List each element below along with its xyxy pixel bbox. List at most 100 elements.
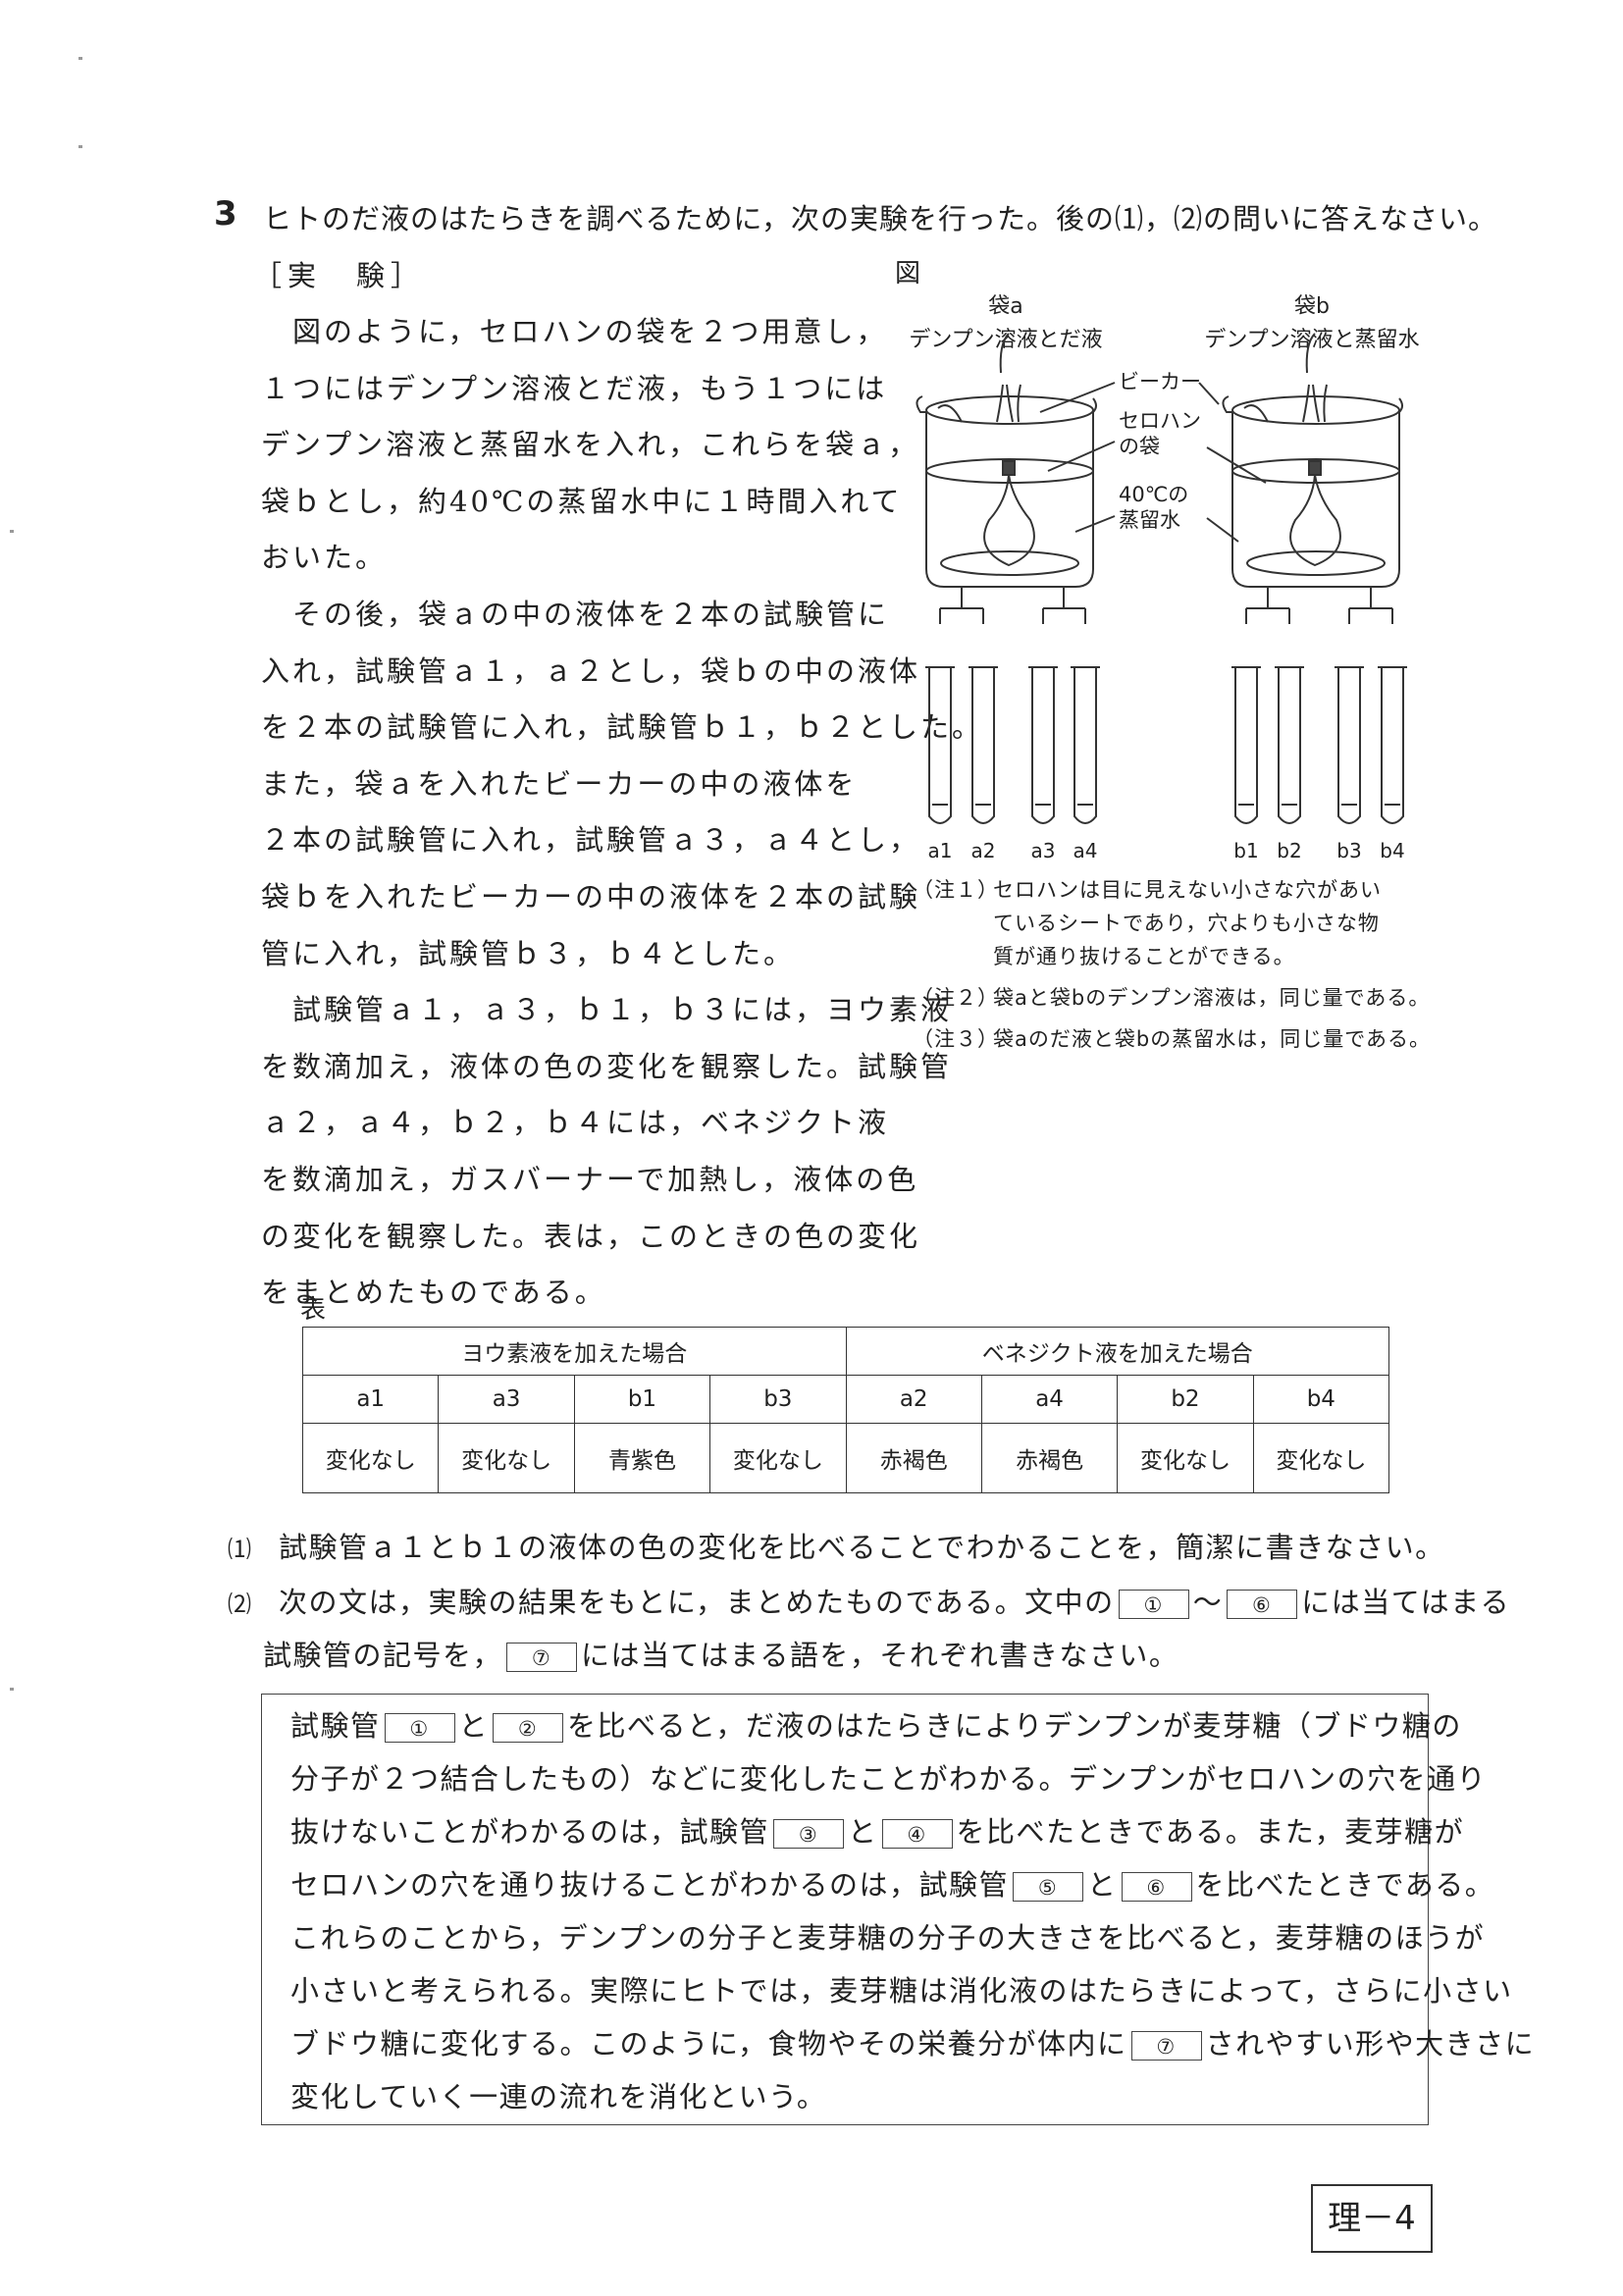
subquestion-text: 次の文は，実験の結果をもとに，まとめたものである。文中の — [279, 1586, 1115, 1619]
note-text: ているシートであり，穴よりも小さな物 — [993, 912, 1380, 935]
passage-line: これらのことから，デンプンの分子と麦芽糖の分子の大きさを比べると，麦芽糖のほうが — [290, 1921, 1486, 1955]
table-header-cell: b3 — [709, 1375, 847, 1424]
page-number: 理－4 — [1311, 2184, 1433, 2253]
experiment-line: また，袋ａを入れたビーカーの中の液体を — [261, 766, 858, 801]
table-group-header: ヨウ素液を加えた場合 — [302, 1327, 847, 1376]
subquestion-text: 試験管の記号を， — [263, 1639, 503, 1672]
tube-label: b4 — [1380, 839, 1404, 862]
table-header-row: a1 a3 b1 b3 a2 a4 b2 b4 — [301, 1375, 1390, 1424]
blank-2: ② — [493, 1713, 564, 1743]
experiment-line: を数滴加え，ガスバーナーで加熱し，液体の色 — [261, 1162, 919, 1196]
experiment-text: 図のように，セロハンの袋を２つ用意し， １つにはデンプン溶液とだ液，もう１つには… — [261, 304, 984, 1322]
experiment-line: ａ２，ａ４，ｂ２，ｂ４には，ベネジクト液 — [261, 1106, 890, 1140]
tube-label: a4 — [1073, 839, 1098, 862]
experiment-line: デンプン溶液と蒸留水を入れ，これらを袋ａ， — [261, 428, 920, 462]
table-group-header: ベネジクト液を加えた場合 — [845, 1327, 1389, 1376]
subquestion-text: には当てはまる語を，それぞれ書きなさい。 — [581, 1639, 1179, 1672]
scan-mark — [10, 1688, 14, 1691]
experiment-figure: 袋a デンプン溶液とだ液 袋b デンプン溶液と蒸留水 ビーカー セロハン の袋 … — [909, 294, 1419, 862]
scan-mark — [79, 145, 82, 148]
table-cell: 変化なし — [1117, 1423, 1254, 1493]
results-table: ヨウ素液を加えた場合 ベネジクト液を加えた場合 a1 a3 b1 b3 a2 a… — [301, 1327, 1390, 1493]
subquestion-text: には当てはまる — [1301, 1586, 1511, 1619]
passage-fragment: と — [1087, 1868, 1118, 1902]
table-group-row: ヨウ素液を加えた場合 ベネジクト液を加えた場合 — [302, 1327, 1389, 1376]
scan-mark — [10, 530, 14, 533]
table-cell: 赤褐色 — [980, 1423, 1119, 1493]
note-tag: （注２） — [913, 986, 999, 1010]
blank-1: ① — [1118, 1590, 1189, 1619]
passage-fragment: と — [848, 1815, 878, 1849]
water-label: 40℃の — [1119, 483, 1188, 506]
tube-label: b1 — [1233, 839, 1258, 862]
blank-5: ⑤ — [1013, 1872, 1084, 1902]
subquestion-1: ⑴ 試験管ａ１とｂ１の液体の色の変化を比べることでわかることを，簡潔に書きなさい。 — [228, 1525, 1445, 1566]
note-1: （注１） セロハンは目に見えない小さな穴があい — [913, 873, 1431, 907]
water-label: 蒸留水 — [1119, 508, 1180, 532]
passage-line: 小さいと考えられる。実際にヒトでは，麦芽糖は消化液のはたらきによって，さらに小さ… — [290, 1974, 1513, 2008]
table-cell: 変化なし — [438, 1423, 575, 1493]
blank-3: ③ — [773, 1819, 845, 1849]
experiment-line: の変化を観察した。表は，このときの色の変化 — [261, 1219, 921, 1253]
table-header-cell: b2 — [1117, 1375, 1254, 1424]
bag-a-title: 袋a — [988, 294, 1022, 319]
passage-fragment: 試験管 — [290, 1709, 381, 1743]
table-cell: 赤褐色 — [845, 1423, 982, 1493]
passage-fragment: ブドウ糖に変化する。このように，食物やその栄養分が体内に — [290, 2027, 1127, 2061]
bag-b-title: 袋b — [1294, 294, 1330, 319]
question-intro: ヒトのだ液のはたらきを調べるために，次の実験を行った。後の⑴，⑵の問いに答えなさ… — [263, 202, 1497, 235]
note-text: 袋aと袋bのデンプン溶液は，同じ量である。 — [993, 986, 1431, 1010]
blank-7: ⑦ — [1130, 2031, 1202, 2061]
experiment-line: 図のように，セロハンの袋を２つ用意し， — [261, 315, 888, 348]
table-header-cell: a1 — [301, 1375, 440, 1424]
question-number: 3 — [214, 194, 237, 234]
blank-4: ④ — [881, 1819, 953, 1849]
experiment-line: おいた。 — [261, 541, 388, 575]
distribution-lines — [939, 587, 1393, 624]
cellophane-label: セロハン — [1119, 409, 1201, 433]
experiment-line: を２本の試験管に入れ，試験管ｂ１，ｂ２とした。 — [261, 710, 984, 745]
passage-fragment: されやすい形や大きさに — [1205, 2027, 1536, 2061]
blank-1: ① — [384, 1713, 455, 1743]
passage-line: ブドウ糖に変化する。このように，食物やその栄養分が体内に ⑦ されやすい形や大きさに — [290, 2017, 1534, 2070]
note-text: セロハンは目に見えない小さな穴があい — [993, 878, 1382, 902]
beaker-a — [916, 333, 1097, 588]
experiment-line: 袋ｂを入れたビーカーの中の液体を２本の試験 — [261, 879, 921, 913]
tube-label: b2 — [1277, 839, 1301, 862]
cellophane-label: の袋 — [1119, 435, 1160, 458]
blank-7: ⑦ — [506, 1643, 578, 1672]
blank-6: ⑥ — [1227, 1590, 1298, 1619]
scan-mark — [79, 57, 82, 60]
experiment-line: を数滴加え，液体の色の変化を観察した。試験管 — [261, 1049, 953, 1083]
table-header-cell: a2 — [845, 1375, 982, 1424]
note-1-cont: 質が通り抜けることができる。 — [913, 940, 1431, 973]
passage-fragment: を比べたときである。また，麦芽糖が — [956, 1815, 1465, 1849]
experiment-line: その後，袋ａの中の液体を２本の試験管に — [261, 597, 890, 631]
passage-line: 変化していく一連の流れを消化という。 — [290, 2080, 827, 2113]
subquestion-number: ⑵ — [228, 1591, 253, 1618]
note-tag: （注３） — [913, 1027, 999, 1051]
tube-label: a3 — [1031, 839, 1056, 862]
passage-line: 抜けないことがわかるのは，試験管 ③ と ④ を比べたときである。また，麦芽糖が — [290, 1805, 1463, 1858]
note-text: 袋aのだ液と袋bの蒸留水は，同じ量である。 — [993, 1027, 1431, 1051]
bag-b-contents: デンプン溶液と蒸留水 — [1204, 328, 1419, 352]
experiment-line: 入れ，試験管ａ１，ａ２とし，袋ｂの中の液体 — [261, 653, 921, 688]
figure-notes: （注１） セロハンは目に見えない小さな穴があい ているシートであり，穴よりも小さ… — [913, 873, 1431, 1056]
passage-text: 試験管 ① と ② を比べると，だ液のはたらきによりデンプンが麦芽糖（ブドウ糖の 分子が… — [290, 1699, 1534, 2123]
table-cell: 変化なし — [1252, 1423, 1390, 1493]
passage-fragment: と — [458, 1709, 490, 1743]
subquestion-number: ⑴ — [228, 1536, 253, 1563]
note-1-cont: ているシートであり，穴よりも小さな物 — [913, 907, 1431, 940]
table-row: 変化なし 変化なし 青紫色 変化なし 赤褐色 赤褐色 変化なし 変化なし — [301, 1423, 1390, 1493]
table-cell: 青紫色 — [573, 1423, 711, 1493]
experiment-line: ２本の試験管に入れ，試験管ａ３，ａ４とし， — [261, 823, 921, 858]
note-3: （注３） 袋aのだ液と袋bの蒸留水は，同じ量である。 — [913, 1022, 1431, 1056]
table-label: 表 — [300, 1295, 327, 1325]
beaker-label: ビーカー — [1119, 370, 1201, 393]
blank-6: ⑥ — [1121, 1872, 1192, 1902]
beaker-b — [1222, 333, 1403, 588]
note-tag: （注１） — [913, 878, 999, 902]
subquestion-text: 試験管ａ１とｂ１の液体の色の変化を比べることでわかることを，簡潔に書きなさい。 — [279, 1531, 1445, 1564]
tube-label: a1 — [928, 839, 953, 862]
table-header-cell: a3 — [438, 1375, 575, 1424]
